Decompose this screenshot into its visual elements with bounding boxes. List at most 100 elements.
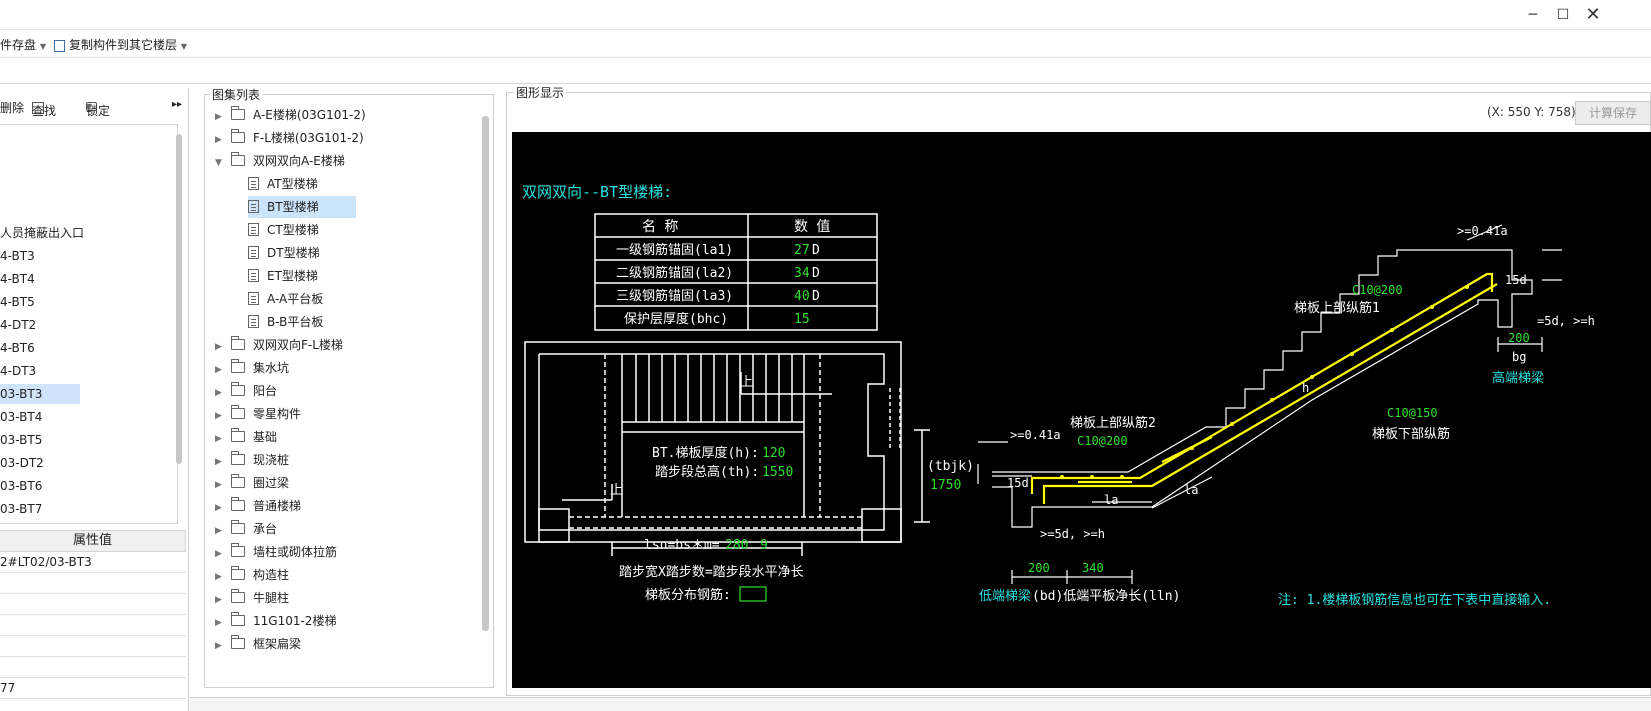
tree-item-label: 零星构件 [253, 407, 302, 421]
table-row-value[interactable]: 40 [794, 289, 810, 304]
save-component-button[interactable]: 件存盘 ▼ [0, 36, 46, 53]
tree-folder-item[interactable]: ▶ 11G101-2楼梯 [215, 610, 336, 632]
chevron-right-icon[interactable]: ▶ [215, 359, 225, 381]
property-row[interactable] [0, 657, 186, 678]
low-slab-length-value[interactable]: 340 [1082, 561, 1104, 575]
plan-height-label: 踏步段总高(th): [655, 464, 759, 480]
chevron-right-icon[interactable]: ▶ [215, 497, 225, 519]
list-item[interactable]: 4-BT5 [0, 292, 80, 312]
property-row[interactable] [0, 636, 186, 657]
tree-doc-item[interactable]: CT型楼梯 [248, 219, 319, 241]
list-item[interactable]: 4-BT4 [0, 269, 80, 289]
property-row[interactable]: 2#LT02/03-BT3 [0, 552, 186, 573]
chevron-right-icon[interactable]: ▶ [215, 336, 225, 358]
tree-item-label: 构造柱 [253, 568, 290, 582]
tree-doc-item[interactable]: ET型楼梯 [248, 265, 318, 287]
tree-item-label: 牛腿柱 [253, 591, 290, 605]
rebar-spec-left[interactable]: C10@200 [1077, 434, 1128, 448]
table-row-value[interactable]: 15 [794, 312, 810, 327]
maximize-icon[interactable]: ☐ [1552, 4, 1574, 26]
tree-folder-item[interactable]: ▶ 集水坑 [215, 357, 289, 379]
list-item[interactable]: 人员掩蔽出入口 [0, 223, 84, 243]
plan-thickness-value[interactable]: 120 [762, 446, 785, 461]
tree-folder-item[interactable]: ▶ 基础 [215, 426, 277, 448]
tree-folder-item[interactable]: ▶ 构造柱 [215, 564, 289, 586]
list-item[interactable]: 03-BT6 [0, 476, 80, 496]
close-icon[interactable]: ✕ [1582, 4, 1604, 26]
chevron-right-icon[interactable]: ▶ [215, 129, 225, 151]
chevron-right-icon[interactable]: ▶ [215, 635, 225, 657]
list-item[interactable]: 4-BT3 [0, 246, 80, 266]
la-label: la [1104, 493, 1118, 507]
minimize-icon[interactable]: ─ [1522, 4, 1544, 26]
tbjk-value[interactable]: 1750 [930, 478, 961, 493]
property-row[interactable] [0, 573, 186, 594]
chevron-right-icon[interactable]: ▶ [215, 106, 225, 128]
tree-folder-item[interactable]: ▶ 普通楼梯 [215, 495, 301, 517]
list-item[interactable]: 03-BT4 [0, 407, 80, 427]
drawing-canvas[interactable]: 双网双向--BT型楼梯: 名 称 数 值 一级钢筋锚固(la1) 27 D 二级… [512, 132, 1651, 688]
tree-doc-item[interactable]: AT型楼梯 [248, 173, 318, 195]
tree-folder-item[interactable]: ▼ 双网双向A-E楼梯 [215, 150, 345, 172]
property-row[interactable]: 77 [0, 678, 186, 699]
chevron-right-icon[interactable]: ▶ [215, 405, 225, 427]
chevron-right-icon[interactable]: ▶ [215, 543, 225, 565]
distribution-rebar-input[interactable] [739, 586, 767, 602]
plan-height-value[interactable]: 1550 [762, 465, 793, 480]
table-row-value[interactable]: 27 [794, 243, 810, 258]
tree-folder-item[interactable]: ▶ 承台 [215, 518, 277, 540]
property-row[interactable] [0, 615, 186, 636]
anchor-top-label: >=0.41a [1457, 224, 1508, 238]
component-list-scrollbar[interactable] [176, 134, 182, 464]
tree-folder-item[interactable]: ▶ F-L楼梯(03G101-2) [215, 127, 364, 149]
list-item[interactable]: 03-BT7 [0, 499, 80, 519]
tree-item-label: ET型楼梯 [267, 269, 318, 283]
tree-doc-item[interactable]: DT型楼梯 [248, 242, 320, 264]
tree-item-label: CT型楼梯 [267, 223, 319, 237]
secondary-toolbar [0, 58, 1651, 84]
rebar-spec-bottom[interactable]: C10@150 [1387, 406, 1438, 420]
chevron-right-icon[interactable]: ▶ [215, 566, 225, 588]
chevron-right-icon[interactable]: ▶ [215, 520, 225, 542]
list-item[interactable]: 4-BT6 [0, 338, 80, 358]
delete-button[interactable]: 删除 [0, 99, 24, 116]
atlas-tree-scrollbar[interactable] [482, 116, 489, 631]
calculate-save-button[interactable]: 计算保存 [1575, 101, 1651, 125]
table-row-value[interactable]: 34 [794, 266, 810, 281]
table-header-name: 名 称 [642, 219, 678, 235]
chevron-right-icon[interactable]: ▶ [215, 474, 225, 496]
lsn-m-value[interactable]: 9 [760, 538, 768, 553]
tree-doc-item[interactable]: A-A平台板 [248, 288, 323, 310]
list-item[interactable]: 4-DT3 [0, 361, 80, 381]
property-row[interactable] [0, 594, 186, 615]
chevron-right-icon[interactable]: ▶ [215, 382, 225, 404]
rebar-spec-top[interactable]: C10@200 [1352, 283, 1403, 297]
tree-folder-item[interactable]: ▶ 圈过梁 [215, 472, 289, 494]
high-beam-width-value[interactable]: 200 [1508, 331, 1530, 345]
tree-folder-item[interactable]: ▶ 框架扁梁 [215, 633, 301, 655]
folder-icon [231, 451, 245, 465]
tree-folder-item[interactable]: ▶ 现浇桩 [215, 449, 289, 471]
chevron-down-icon[interactable]: ▼ [215, 152, 225, 174]
chevron-right-icon[interactable]: ▶ [215, 612, 225, 634]
tree-folder-item[interactable]: ▶ A-E楼梯(03G101-2) [215, 104, 366, 126]
list-item[interactable]: 03-BT5 [0, 430, 80, 450]
copy-icon [54, 39, 65, 52]
tree-doc-item[interactable]: B-B平台板 [248, 311, 323, 333]
chevron-right-icon[interactable]: ▶ [215, 428, 225, 450]
copy-to-floor-button[interactable]: 复制构件到其它楼层 ▼ [54, 36, 187, 53]
chevron-right-icon[interactable]: ▶ [215, 451, 225, 473]
lsn-bs-value[interactable]: 280 [725, 538, 748, 553]
expand-panel-icon[interactable]: ▸▸ [172, 99, 182, 110]
tree-folder-item[interactable]: ▶ 零星构件 [215, 403, 301, 425]
tree-folder-item[interactable]: ▶ 牛腿柱 [215, 587, 289, 609]
chevron-right-icon[interactable]: ▶ [215, 589, 225, 611]
low-beam-width-value[interactable]: 200 [1028, 561, 1050, 575]
list-item[interactable]: 03-DT2 [0, 453, 80, 473]
tree-folder-item[interactable]: ▶ 双网双向F-L楼梯 [215, 334, 343, 356]
list-item[interactable]: 4-DT2 [0, 315, 80, 335]
tree-doc-item[interactable]: BT型楼梯 [248, 196, 356, 218]
tree-folder-item[interactable]: ▶ 阳台 [215, 380, 277, 402]
tree-folder-item[interactable]: ▶ 墙柱或砌体拉筋 [215, 541, 337, 563]
list-item-selected[interactable]: 03-BT3 [0, 384, 80, 404]
